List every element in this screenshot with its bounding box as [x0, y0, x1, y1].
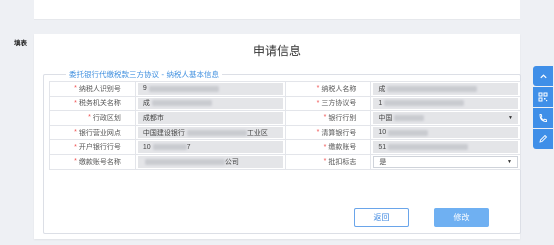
form-row: * 银行营业网点 中国建设银行 工业区 * 清算银行号 10: [50, 125, 521, 141]
region-field[interactable]: 成都市: [135, 111, 286, 125]
agreement-no-field[interactable]: 1: [371, 96, 521, 111]
fill-form-tag: 填表: [14, 40, 27, 47]
label-payment-account: * 缴款账号: [285, 140, 372, 154]
phone-button[interactable]: [533, 108, 553, 128]
label-bank-branch: * 银行营业网点: [50, 125, 136, 140]
taxpayer-id-field[interactable]: 9: [135, 82, 286, 96]
bank-branch-field[interactable]: 中国建设银行 工业区: [135, 125, 286, 140]
form-row: * 缴款账号名称 公司 * 批扣标志 是 ▼: [50, 154, 521, 170]
edit-float-button[interactable]: [533, 129, 553, 149]
pencil-icon: [539, 134, 548, 143]
chevron-up-icon: [539, 73, 547, 78]
chevron-down-icon: ▼: [507, 158, 512, 165]
chevron-down-icon: ▼: [508, 114, 513, 121]
taxpayer-name-field[interactable]: 成: [371, 82, 521, 96]
clearing-bank-no-field[interactable]: 10: [371, 125, 521, 140]
payment-account-field[interactable]: 51: [371, 140, 521, 154]
label-batch-flag: * 批扣标志: [285, 154, 372, 169]
edit-button[interactable]: 修改: [434, 208, 489, 227]
tax-office-field[interactable]: 成: [135, 96, 286, 111]
scroll-top-button[interactable]: [533, 66, 553, 86]
label-agreement-no: * 三方协议号: [285, 96, 372, 111]
batch-flag-select[interactable]: 是 ▼: [371, 154, 521, 169]
label-clearing-bank-no: * 清算银行号: [285, 125, 372, 140]
back-button[interactable]: 返回: [354, 208, 409, 227]
section-title: 委托银行代缴税款三方协议 - 纳税人基本信息: [66, 69, 222, 80]
account-name-field[interactable]: 公司: [135, 154, 286, 169]
bank-code-field[interactable]: 10 7: [135, 140, 286, 154]
top-card: [34, 0, 520, 20]
form-row: * 纳税人识别号 9 * 纳税人名称 成: [50, 82, 521, 97]
page-title: 申请信息: [252, 44, 301, 58]
label-account-name: * 缴款账号名称: [50, 154, 136, 169]
form-row: * 开户银行行号 10 7 * 缴款账号 51: [50, 140, 521, 155]
form-row: * 税务机关名称 成 * 三方协议号 1: [50, 96, 521, 112]
qr-code-button[interactable]: [533, 87, 553, 107]
label-taxpayer-name: * 纳税人名称: [285, 82, 372, 96]
label-bank-code: * 开户银行行号: [50, 140, 136, 154]
label-taxpayer-id: * 纳税人识别号: [50, 82, 136, 96]
label-tax-office: * 税务机关名称: [50, 96, 136, 111]
label-bank-type: * 银行行别: [285, 111, 372, 125]
phone-icon: [539, 114, 547, 122]
bank-type-select[interactable]: 中国 ▼: [371, 111, 521, 125]
qr-code-icon: [538, 92, 548, 102]
form-row: * 行政区划 成都市 * 银行行别 中国 ▼: [50, 111, 521, 126]
form-grid: * 纳税人识别号 9 * 纳税人名称 成 * 税务机关名称 成 * 三方协议号 1 * 行…: [49, 81, 521, 170]
label-region: * 行政区划: [50, 111, 136, 125]
